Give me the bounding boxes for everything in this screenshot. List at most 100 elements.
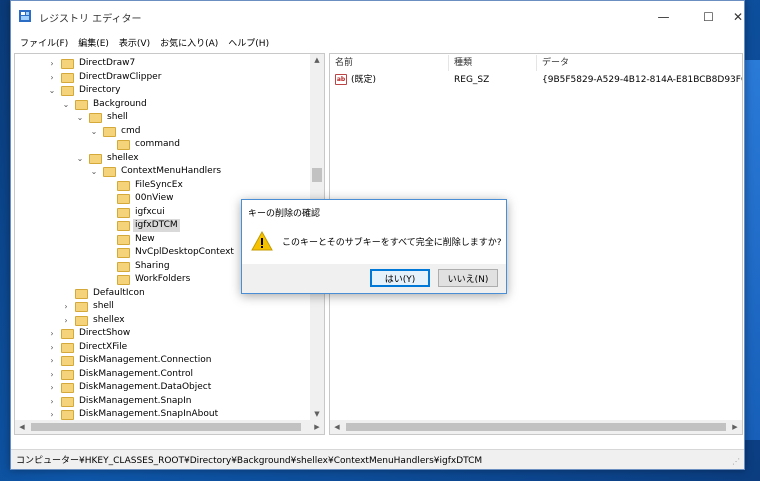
collapsed-chevron-icon[interactable]: › xyxy=(47,327,57,340)
tree-node-label[interactable]: DiskManagement.SnapIn xyxy=(77,395,193,408)
collapsed-chevron-icon[interactable]: › xyxy=(61,300,71,313)
scroll-down-icon[interactable]: ▼ xyxy=(310,408,324,420)
close-button[interactable]: ✕ xyxy=(731,1,745,32)
tree-node[interactable]: › shell xyxy=(15,300,310,313)
scroll-right-icon[interactable]: ▶ xyxy=(728,420,742,434)
collapsed-chevron-icon[interactable]: › xyxy=(47,354,57,367)
menu-item[interactable]: お気に入り(A) xyxy=(160,36,218,52)
tree-node-label[interactable]: igfxDTCM xyxy=(133,219,180,232)
tree-node-label[interactable]: DirectShow xyxy=(77,327,132,340)
tree-node-label[interactable]: New xyxy=(133,233,157,246)
collapsed-chevron-icon[interactable]: › xyxy=(47,341,57,354)
tree-node-label[interactable]: DefaultIcon xyxy=(91,287,147,300)
tree-node-label[interactable]: Directory xyxy=(77,84,122,97)
column-separator[interactable] xyxy=(536,55,537,71)
expanded-chevron-icon[interactable]: ⌄ xyxy=(89,125,99,138)
tree-node-label[interactable]: shellex xyxy=(91,314,127,327)
tree-node[interactable]: › DiskManagement.DataObject xyxy=(15,381,310,394)
tree-node[interactable]: ⌄ ContextMenuHandlers xyxy=(15,165,310,178)
tree-node-label[interactable]: DirectXFile xyxy=(77,341,129,354)
tree-node-label[interactable]: shellex xyxy=(105,152,141,165)
tree-node-label[interactable]: WorkFolders xyxy=(133,273,192,286)
tree-node[interactable]: › DirectDraw7 xyxy=(15,57,310,70)
tree-node[interactable]: › shellex xyxy=(15,314,310,327)
tree-scroll-thumb[interactable] xyxy=(312,168,322,182)
menu-item[interactable]: 表示(V) xyxy=(119,36,150,52)
scroll-up-icon[interactable]: ▲ xyxy=(310,54,324,66)
tree-node-label[interactable]: shell xyxy=(105,111,130,124)
tree-node[interactable]: › DiskManagement.SnapIn xyxy=(15,395,310,408)
collapsed-chevron-icon[interactable]: › xyxy=(47,368,57,381)
tree-node[interactable]: › DirectShow xyxy=(15,327,310,340)
tree-node[interactable]: ⌄ cmd xyxy=(15,125,310,138)
menu-item[interactable]: ヘルプ(H) xyxy=(228,36,269,52)
tree-node-label[interactable]: ContextMenuHandlers xyxy=(119,165,223,178)
collapsed-chevron-icon[interactable]: › xyxy=(47,71,57,84)
folder-icon xyxy=(75,288,88,299)
minimize-button[interactable]: — xyxy=(641,1,686,32)
expanded-chevron-icon[interactable]: ⌄ xyxy=(61,98,71,111)
value-name[interactable]: (既定) xyxy=(351,74,376,87)
tree-node[interactable]: › DirectXFile xyxy=(15,341,310,354)
tree-node-label[interactable]: FileSyncEx xyxy=(133,179,185,192)
tree-node[interactable]: ⌄ Background xyxy=(15,98,310,111)
tree-node[interactable]: ⌄ shellex xyxy=(15,152,310,165)
tree-node[interactable]: FileSyncEx xyxy=(15,179,310,192)
tree-node-label[interactable]: Background xyxy=(91,98,149,111)
expanded-chevron-icon[interactable]: ⌄ xyxy=(75,152,85,165)
tree-node[interactable]: ⌄ Directory xyxy=(15,84,310,97)
tree-node-label[interactable]: 00nView xyxy=(133,192,176,205)
tree-hscroll-thumb[interactable] xyxy=(31,423,301,431)
tree-node-label[interactable]: DirectDrawClipper xyxy=(77,71,163,84)
expanded-chevron-icon[interactable]: ⌄ xyxy=(47,84,57,97)
tree-node-label[interactable]: DiskManagement.Control xyxy=(77,368,195,381)
folder-icon xyxy=(61,59,74,69)
menu-item[interactable]: 編集(E) xyxy=(78,36,109,52)
tree-horizontal-scrollbar[interactable]: ◀ ▶ xyxy=(15,420,324,434)
tree-node-label[interactable]: DiskManagement.Connection xyxy=(77,354,213,367)
column-separator[interactable] xyxy=(448,55,449,71)
tree-node[interactable]: › DirectDrawClipper xyxy=(15,71,310,84)
title-bar: レジストリ エディター — ☐ ✕ xyxy=(11,1,744,32)
column-header-name[interactable]: 名前 xyxy=(335,56,353,70)
folder-icon xyxy=(61,396,74,407)
tree-node-label[interactable]: cmd xyxy=(119,125,142,138)
folder-icon xyxy=(61,410,74,420)
tree-node-label[interactable]: igfxcui xyxy=(133,206,167,219)
list-hscroll-thumb[interactable] xyxy=(346,423,726,431)
expanded-chevron-icon[interactable]: ⌄ xyxy=(89,165,99,178)
tree-node[interactable]: ⌄ shell xyxy=(15,111,310,124)
tree-node[interactable]: command xyxy=(15,138,310,151)
maximize-button[interactable]: ☐ xyxy=(686,1,731,32)
tree-node-label[interactable]: shell xyxy=(91,300,116,313)
scroll-right-icon[interactable]: ▶ xyxy=(310,420,324,434)
menu-item[interactable]: ファイル(F) xyxy=(20,36,68,52)
tree-node-label[interactable]: Sharing xyxy=(133,260,172,273)
column-header-type[interactable]: 種類 xyxy=(454,56,472,70)
list-horizontal-scrollbar[interactable]: ◀ ▶ xyxy=(330,420,742,434)
tree-node[interactable]: › DiskManagement.Control xyxy=(15,368,310,381)
tree-node-label[interactable]: command xyxy=(133,138,182,151)
folder-icon xyxy=(75,99,88,110)
collapsed-chevron-icon[interactable]: › xyxy=(61,314,71,327)
tree-node[interactable]: › DiskManagement.Connection xyxy=(15,354,310,367)
collapsed-chevron-icon[interactable]: › xyxy=(47,395,57,408)
scroll-left-icon[interactable]: ◀ xyxy=(15,420,29,434)
value-data[interactable]: {9B5F5829-A529-4B12-814A-E81BCB8D93FC} xyxy=(542,74,742,87)
collapsed-chevron-icon[interactable]: › xyxy=(47,57,57,70)
folder-icon xyxy=(61,72,74,83)
tree-node-label[interactable]: DirectDraw7 xyxy=(77,57,137,70)
no-button[interactable]: いいえ(N) xyxy=(438,269,498,287)
scroll-left-icon[interactable]: ◀ xyxy=(330,420,344,434)
column-header-data[interactable]: データ xyxy=(542,56,569,70)
tree-node-label[interactable]: NvCplDesktopContext xyxy=(133,246,236,259)
expanded-chevron-icon[interactable]: ⌄ xyxy=(75,111,85,124)
yes-button[interactable]: はい(Y) xyxy=(370,269,430,287)
value-type[interactable]: REG_SZ xyxy=(454,74,489,87)
resize-grip-icon[interactable]: ⋰ xyxy=(732,457,742,467)
tree-node-label[interactable]: DiskManagement.DataObject xyxy=(77,381,213,394)
collapsed-chevron-icon[interactable]: › xyxy=(47,381,57,394)
